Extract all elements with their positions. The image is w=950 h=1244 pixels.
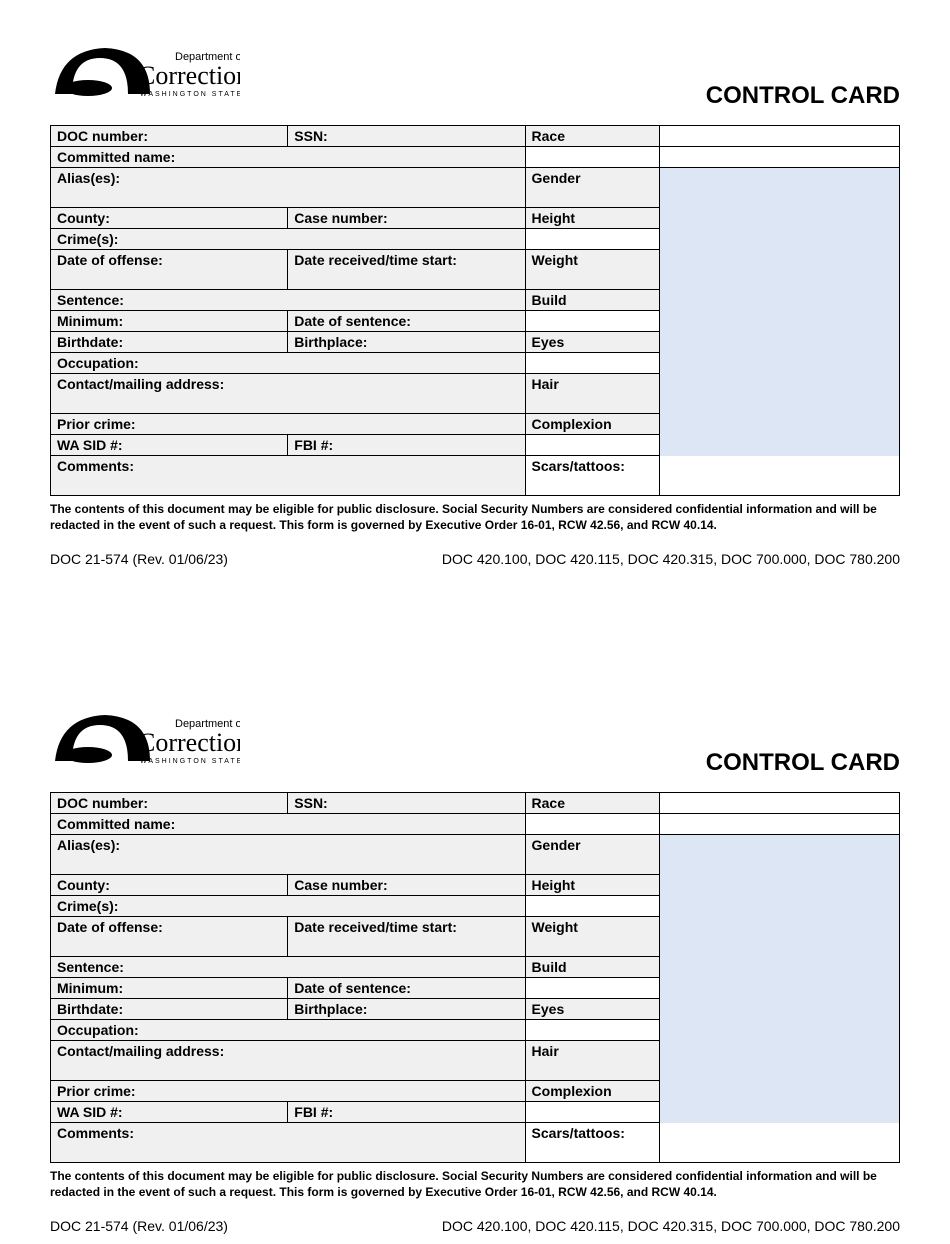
build-label: Build: [525, 290, 659, 311]
scars-label: Scars/tattoos:: [525, 456, 899, 496]
svg-text:WASHINGTON STATE: WASHINGTON STATE: [140, 758, 240, 765]
occupation-label: Occupation:: [51, 1020, 526, 1041]
county-label: County:: [51, 875, 288, 896]
sentence-label: Sentence:: [51, 290, 526, 311]
scars-label: Scars/tattoos:: [525, 1123, 899, 1163]
doc-number-label: DOC number:: [51, 126, 288, 147]
svg-text:WASHINGTON STATE: WASHINGTON STATE: [140, 91, 240, 98]
page-title: CONTROL CARD: [706, 82, 900, 110]
date-received-label: Date received/time start:: [288, 917, 525, 957]
fbi-label: FBI #:: [288, 1102, 525, 1123]
control-card-dup: Department of Corrections WASHINGTON STA…: [0, 667, 950, 1244]
fbi-label: FBI #:: [288, 435, 525, 456]
comments-label: Comments:: [51, 1123, 526, 1163]
hair-label: Hair: [525, 374, 659, 414]
svg-text:Corrections: Corrections: [138, 61, 240, 90]
birthplace-label: Birthplace:: [288, 999, 525, 1020]
eyes-label: Eyes: [525, 999, 659, 1020]
aliases-label: Alias(es):: [51, 168, 526, 208]
birthdate-label: Birthdate:: [51, 332, 288, 353]
height-label: Height: [525, 875, 659, 896]
form-table: DOC number: SSN: Race Committed name: Al…: [50, 125, 900, 496]
prior-crime-label: Prior crime:: [51, 1081, 526, 1102]
county-label: County:: [51, 208, 288, 229]
disclaimer: The contents of this document may be eli…: [50, 1169, 900, 1200]
case-number-label: Case number:: [288, 875, 525, 896]
contact-label: Contact/mailing address:: [51, 374, 526, 414]
hair-label: Hair: [525, 1041, 659, 1081]
doc-logo: Department of Corrections WASHINGTON STA…: [50, 697, 240, 777]
occupation-label: Occupation:: [51, 353, 526, 374]
complexion-label: Complexion: [525, 1081, 659, 1102]
contact-label: Contact/mailing address:: [51, 1041, 526, 1081]
gender-label: Gender: [525, 168, 659, 208]
wa-sid-label: WA SID #:: [51, 435, 288, 456]
comments-label: Comments:: [51, 456, 526, 496]
prior-crime-label: Prior crime:: [51, 414, 526, 435]
date-offense-label: Date of offense:: [51, 917, 288, 957]
sentence-label: Sentence:: [51, 957, 526, 978]
committed-name-label: Committed name:: [51, 814, 526, 835]
minimum-label: Minimum:: [51, 311, 288, 332]
footer-right: DOC 420.100, DOC 420.115, DOC 420.315, D…: [442, 551, 900, 567]
footer: DOC 21-574 (Rev. 01/06/23) DOC 420.100, …: [50, 1218, 900, 1234]
minimum-label: Minimum:: [51, 978, 288, 999]
weight-label: Weight: [525, 250, 659, 290]
wa-sid-label: WA SID #:: [51, 1102, 288, 1123]
footer-left: DOC 21-574 (Rev. 01/06/23): [50, 1218, 228, 1234]
header: Department of Corrections WASHINGTON STA…: [50, 697, 900, 777]
height-label: Height: [525, 208, 659, 229]
header: Department of Corrections WASHINGTON STA…: [50, 30, 900, 110]
aliases-label: Alias(es):: [51, 835, 526, 875]
build-label: Build: [525, 957, 659, 978]
date-received-label: Date received/time start:: [288, 250, 525, 290]
date-sentence-label: Date of sentence:: [288, 311, 525, 332]
gender-label: Gender: [525, 835, 659, 875]
eyes-label: Eyes: [525, 332, 659, 353]
doc-number-label: DOC number:: [51, 793, 288, 814]
ssn-label: SSN:: [288, 126, 525, 147]
footer-right: DOC 420.100, DOC 420.115, DOC 420.315, D…: [442, 1218, 900, 1234]
disclaimer: The contents of this document may be eli…: [50, 502, 900, 533]
footer: DOC 21-574 (Rev. 01/06/23) DOC 420.100, …: [50, 551, 900, 567]
crimes-label: Crime(s):: [51, 229, 526, 250]
complexion-label: Complexion: [525, 414, 659, 435]
page-title: CONTROL CARD: [706, 749, 900, 777]
crimes-label: Crime(s):: [51, 896, 526, 917]
form-table: DOC number: SSN: Race Committed name: Al…: [50, 792, 900, 1163]
race-label: Race: [525, 793, 659, 814]
doc-logo: Department of Corrections WASHINGTON STA…: [50, 30, 240, 110]
photo-area: [659, 168, 899, 496]
svg-text:Corrections: Corrections: [138, 728, 240, 757]
ssn-label: SSN:: [288, 793, 525, 814]
control-card: Department of Corrections WASHINGTON STA…: [0, 0, 950, 577]
birthplace-label: Birthplace:: [288, 332, 525, 353]
committed-name-label: Committed name:: [51, 147, 526, 168]
race-label: Race: [525, 126, 659, 147]
photo-area: [659, 835, 899, 1163]
date-offense-label: Date of offense:: [51, 250, 288, 290]
date-sentence-label: Date of sentence:: [288, 978, 525, 999]
birthdate-label: Birthdate:: [51, 999, 288, 1020]
photo-cell-top: [659, 793, 899, 814]
weight-label: Weight: [525, 917, 659, 957]
photo-cell-top: [659, 126, 899, 147]
case-number-label: Case number:: [288, 208, 525, 229]
footer-left: DOC 21-574 (Rev. 01/06/23): [50, 551, 228, 567]
